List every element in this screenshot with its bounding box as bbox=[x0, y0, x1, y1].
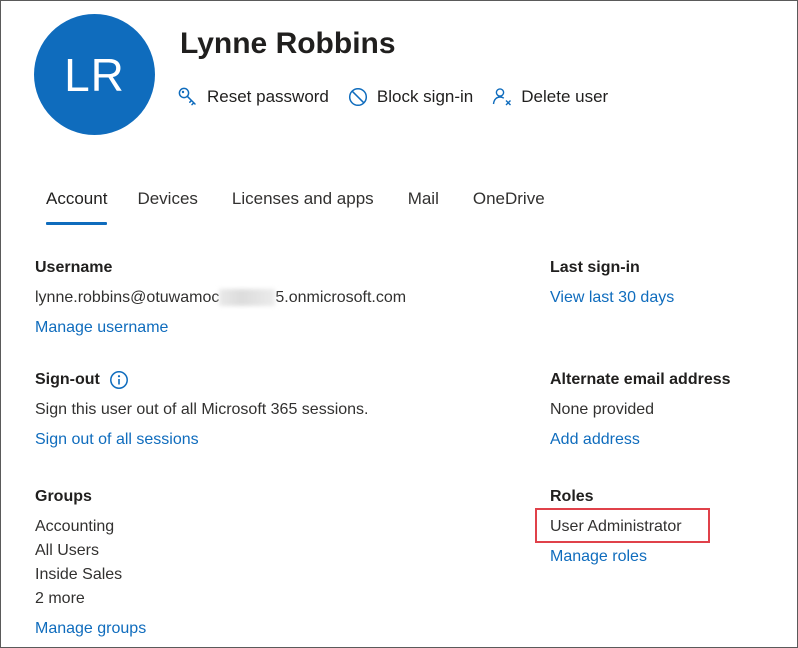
tab-bar: Account Devices Licenses and apps Mail O… bbox=[34, 187, 557, 225]
signout-section: Sign-out Sign this user out of all Micro… bbox=[35, 370, 369, 452]
key-icon bbox=[178, 87, 196, 106]
redacted-text bbox=[219, 289, 276, 307]
alt-email-value: None provided bbox=[550, 401, 655, 418]
manage-groups-link[interactable]: Manage groups bbox=[35, 617, 146, 641]
group-item-more: 2 more bbox=[35, 590, 85, 607]
block-icon bbox=[348, 87, 367, 107]
sign-out-all-sessions-link[interactable]: Sign out of all sessions bbox=[35, 428, 199, 452]
last-signin-title: Last sign-in bbox=[550, 259, 640, 276]
user-name: Lynne Robbins bbox=[180, 27, 396, 60]
tab-account[interactable]: Account bbox=[34, 187, 119, 225]
tab-onedrive[interactable]: OneDrive bbox=[461, 187, 557, 225]
tab-mail[interactable]: Mail bbox=[396, 187, 451, 225]
role-highlight-box bbox=[535, 508, 710, 543]
signout-text: Sign this user out of all Microsoft 365 … bbox=[35, 401, 369, 418]
groups-title: Groups bbox=[35, 488, 92, 505]
reset-password-label: Reset password bbox=[207, 87, 329, 106]
block-sign-in-label: Block sign-in bbox=[376, 87, 474, 106]
avatar: LR bbox=[34, 14, 155, 135]
tab-label: Licenses and apps bbox=[231, 189, 374, 208]
manage-roles-link[interactable]: Manage roles bbox=[550, 545, 647, 569]
tab-label: Mail bbox=[407, 189, 439, 208]
username-section: Username lynne.robbins@otuwamoc 5.onmicro… bbox=[35, 258, 406, 340]
tab-label: OneDrive bbox=[472, 189, 545, 208]
view-last-30-days-link[interactable]: View last 30 days bbox=[550, 286, 674, 310]
signout-title: Sign-out bbox=[35, 370, 369, 390]
roles-title: Roles bbox=[550, 488, 594, 505]
tab-licenses-and-apps[interactable]: Licenses and apps bbox=[220, 187, 386, 225]
delete-user-icon bbox=[493, 88, 512, 106]
block-sign-in-button[interactable]: Block sign-in bbox=[347, 86, 473, 108]
username-value: lynne.robbins@otuwamoc 5.onmicrosoft.com bbox=[35, 286, 406, 310]
avatar-initials: LR bbox=[64, 48, 125, 101]
signout-title-label: Sign-out bbox=[35, 371, 100, 388]
tab-label: Devices bbox=[137, 189, 198, 208]
last-signin-section: Last sign-in View last 30 days bbox=[550, 258, 674, 310]
username-title: Username bbox=[35, 259, 113, 276]
groups-section: Groups Accounting All Users Inside Sales… bbox=[35, 487, 146, 641]
alt-email-section: Alternate email address None provided Ad… bbox=[550, 370, 731, 452]
group-item: All Users bbox=[35, 542, 100, 559]
username-value-suffix: 5.onmicrosoft.com bbox=[275, 289, 407, 306]
user-actions: Reset password Block sign-in Delete user bbox=[177, 86, 626, 108]
tab-label: Account bbox=[46, 189, 108, 208]
username-value-prefix: lynne.robbins@otuwamoc bbox=[35, 289, 220, 306]
delete-user-button[interactable]: Delete user bbox=[491, 86, 608, 108]
user-details-panel: LR Lynne Robbins Reset password Block si… bbox=[0, 0, 798, 648]
group-item: Accounting bbox=[35, 518, 115, 535]
add-address-link[interactable]: Add address bbox=[550, 428, 640, 452]
alt-email-title: Alternate email address bbox=[550, 371, 731, 388]
group-item: Inside Sales bbox=[35, 566, 123, 583]
tab-devices[interactable]: Devices bbox=[125, 187, 209, 225]
reset-password-button[interactable]: Reset password bbox=[177, 86, 329, 108]
manage-username-link[interactable]: Manage username bbox=[35, 316, 168, 340]
delete-user-label: Delete user bbox=[521, 87, 609, 106]
info-icon[interactable] bbox=[109, 370, 129, 390]
